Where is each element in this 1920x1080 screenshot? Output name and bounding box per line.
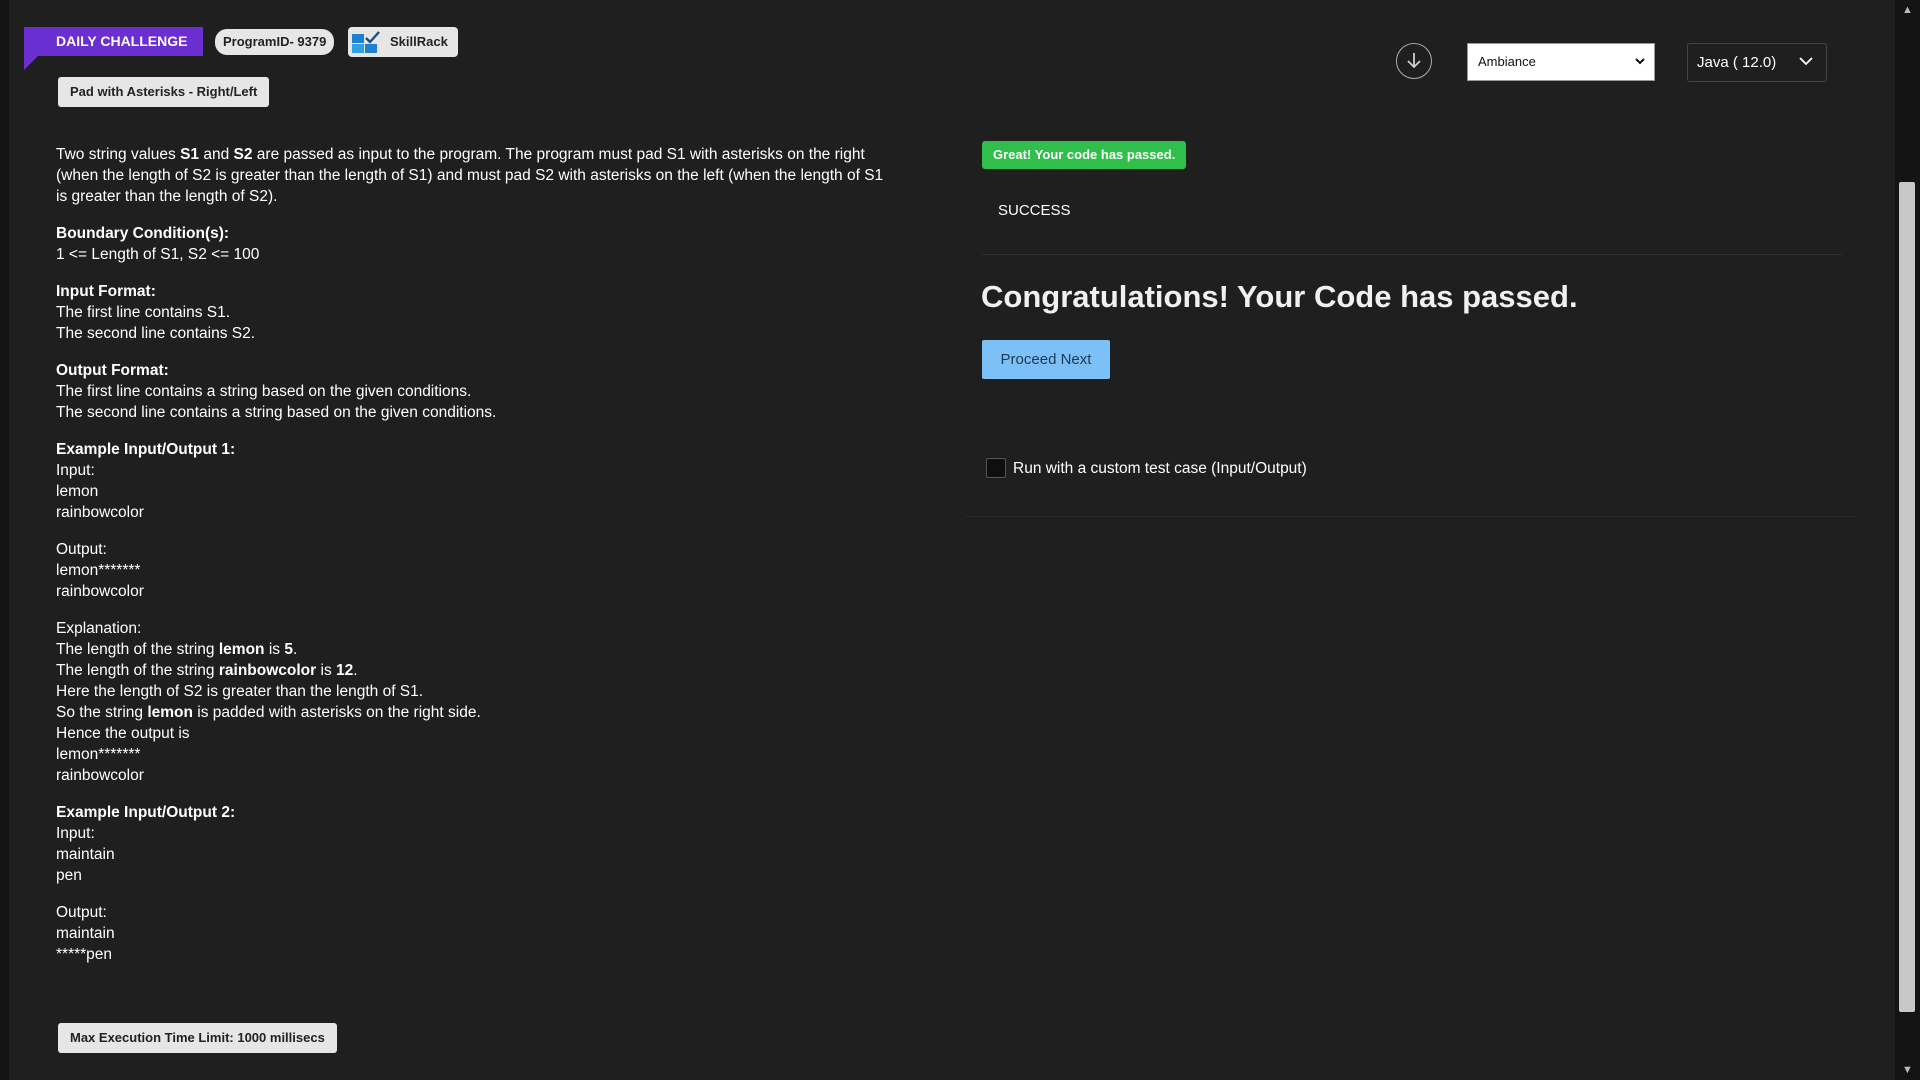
custom-test-label[interactable]: Run with a custom test case (Input/Outpu… (1013, 460, 1307, 478)
explanation-line: Here the length of S2 is greater than th… (56, 683, 424, 700)
download-arrow-icon (1407, 53, 1421, 69)
theme-select[interactable]: Ambiance (1467, 43, 1655, 81)
example2-input-line: pen (56, 867, 82, 884)
language-select-value: Java ( 12.0) (1697, 54, 1777, 71)
custom-test-checkbox[interactable] (986, 458, 1006, 478)
ribbon-tail (24, 56, 38, 70)
download-button[interactable] (1396, 43, 1432, 79)
output-format-heading: Output Format: (56, 362, 169, 379)
boundary-text: 1 <= Length of S1, S2 <= 100 (56, 246, 260, 263)
intro-text: and (199, 146, 234, 163)
input-format-line: The second line contains S2. (56, 325, 256, 342)
chevron-down-icon (1634, 44, 1646, 94)
skillrack-label: SkillRack (390, 34, 448, 49)
divider (982, 254, 1842, 255)
problem-description: Two string values S1 and S2 are passed a… (56, 144, 916, 965)
explanation-line: So the string lemon is padded with aster… (56, 704, 481, 721)
intro-s2: S2 (233, 146, 253, 163)
explanation-line: Hence the output is (56, 725, 190, 742)
congrats-heading: Congratulations! Your Code has passed. (981, 279, 1578, 314)
daily-challenge-badge: DAILY CHALLENGE (24, 27, 204, 56)
explanation-line: The length of the string lemon is 5. (56, 641, 298, 658)
skillrack-badge[interactable]: SkillRack (348, 27, 458, 57)
example2-output-line: maintain (56, 925, 115, 942)
example2-output-line: *****pen (56, 946, 113, 963)
example1-output-label: Output: (56, 541, 107, 558)
skillrack-logo-icon (352, 31, 380, 53)
explanation-line: rainbowcolor (56, 767, 144, 784)
chevron-down-icon (1798, 44, 1814, 95)
example2-heading: Example Input/Output 2: (56, 804, 236, 821)
divider (966, 516, 1856, 517)
max-execution-time-badge: Max Execution Time Limit: 1000 millisecs (58, 1023, 337, 1053)
example2-output-label: Output: (56, 904, 107, 921)
scroll-up-icon[interactable]: ▲ (1895, 0, 1920, 20)
scrollbar-thumb[interactable] (1899, 182, 1915, 1012)
language-select[interactable]: Java ( 12.0) (1687, 43, 1827, 82)
example2-input-line: maintain (56, 846, 115, 863)
theme-select-value: Ambiance (1478, 54, 1536, 69)
output-format-line: The first line contains a string based o… (56, 383, 472, 400)
scroll-down-icon[interactable]: ▼ (1895, 1060, 1920, 1080)
intro-s1: S1 (180, 146, 200, 163)
example2-input-label: Input: (56, 825, 95, 842)
input-format-heading: Input Format: (56, 283, 156, 300)
intro-text: are passed as input to the program. The … (252, 146, 865, 163)
input-format-line: The first line contains S1. (56, 304, 231, 321)
explanation-line: The length of the string rainbowcolor is… (56, 662, 358, 679)
left-edge (0, 0, 9, 1080)
example1-input-label: Input: (56, 462, 95, 479)
example1-input-line: lemon (56, 483, 99, 500)
problem-title: Pad with Asterisks - Right/Left (58, 77, 270, 107)
intro-line-2: (when the length of S2 is greater than t… (56, 167, 884, 184)
boundary-heading: Boundary Condition(s): (56, 225, 230, 242)
proceed-next-button[interactable]: Proceed Next (982, 340, 1110, 379)
example1-heading: Example Input/Output 1: (56, 441, 236, 458)
intro-line-3: is greater than the length of S2). (56, 188, 278, 205)
vertical-scrollbar[interactable]: ▲ ▼ (1895, 0, 1920, 1080)
status-text: SUCCESS (998, 202, 1071, 219)
explanation-line: lemon******* (56, 746, 141, 763)
example1-output-line: rainbowcolor (56, 583, 144, 600)
example1-input-line: rainbowcolor (56, 504, 144, 521)
explanation-label: Explanation: (56, 620, 142, 637)
passed-badge: Great! Your code has passed. (982, 141, 1187, 169)
program-id-badge: ProgramID- 9379 (215, 29, 335, 55)
intro-line-1: Two string values S1 and S2 are passed a… (56, 144, 916, 165)
intro-text: Two string values (56, 146, 181, 163)
example1-output-line: lemon******* (56, 562, 141, 579)
output-format-line: The second line contains a string based … (56, 404, 497, 421)
